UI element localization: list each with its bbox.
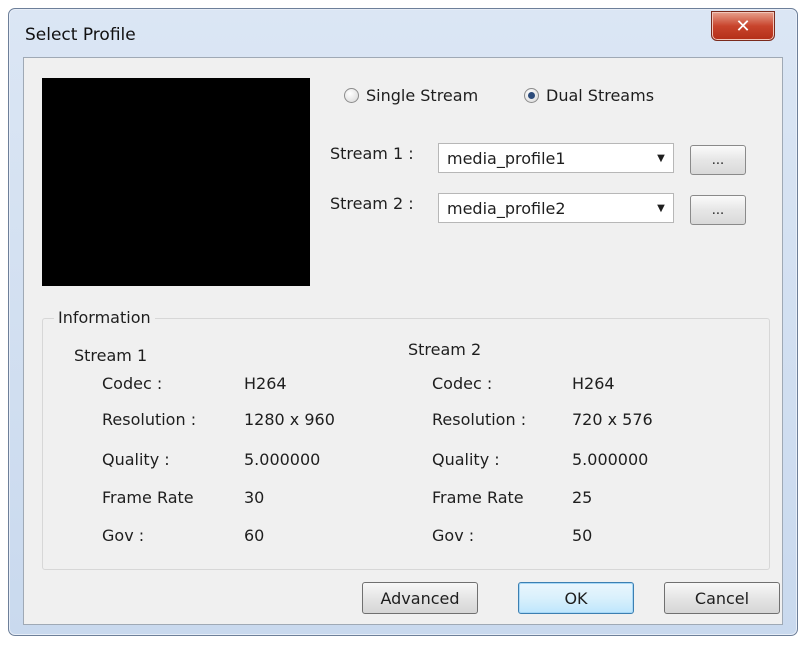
stream2-gov-value: 50 (572, 526, 593, 545)
chevron-down-icon[interactable]: ▼ (649, 194, 673, 222)
stream2-codec-value: H264 (572, 374, 615, 393)
stream1-label: Stream 1 : (330, 144, 414, 163)
stream2-quality-key: Quality : (432, 450, 500, 469)
stream1-info-heading: Stream 1 (74, 346, 148, 365)
close-button[interactable]: ✕ (711, 11, 775, 41)
dual-streams-radio[interactable] (524, 88, 539, 103)
stream1-quality-key: Quality : (102, 450, 170, 469)
stream2-framerate-key: Frame Rate (432, 488, 524, 507)
dialog-body: Single Stream Dual Streams Stream 1 : me… (23, 57, 783, 625)
single-stream-label: Single Stream (366, 86, 479, 105)
dialog-title: Select Profile (25, 25, 136, 45)
stream1-resolution-value: 1280 x 960 (244, 410, 335, 429)
stream2-codec-key: Codec : (432, 374, 493, 393)
stream1-gov-value: 60 (244, 526, 265, 545)
stream1-framerate-key: Frame Rate (102, 488, 194, 507)
information-title: Information (54, 308, 155, 327)
stream2-quality-value: 5.000000 (572, 450, 649, 469)
stream1-resolution-key: Resolution : (102, 410, 197, 429)
close-icon: ✕ (735, 15, 751, 37)
video-preview (42, 78, 310, 286)
stream2-resolution-value: 720 x 576 (572, 410, 653, 429)
ok-button[interactable]: OK (518, 582, 634, 614)
dual-streams-label: Dual Streams (546, 86, 655, 105)
stream1-codec-key: Codec : (102, 374, 163, 393)
cancel-button[interactable]: Cancel (664, 582, 780, 614)
single-stream-option[interactable]: Single Stream (344, 86, 478, 105)
dual-streams-option[interactable]: Dual Streams (524, 86, 654, 105)
chevron-down-icon[interactable]: ▼ (649, 144, 673, 172)
stream1-gov-key: Gov : (102, 526, 145, 545)
stream2-profile-value: media_profile2 (447, 198, 566, 218)
stream2-info-heading: Stream 2 (408, 340, 482, 359)
title-bar: Select Profile ✕ (9, 9, 797, 57)
stream1-profile-select[interactable]: media_profile1 ▼ (438, 143, 674, 173)
stream1-framerate-value: 30 (244, 488, 265, 507)
information-group (42, 318, 770, 570)
stream2-gov-key: Gov : (432, 526, 475, 545)
stream1-browse-button[interactable]: ... (690, 145, 746, 175)
stream1-quality-value: 5.000000 (244, 450, 321, 469)
stream1-profile-value: media_profile1 (447, 148, 566, 168)
select-profile-dialog: Select Profile ✕ Single Stream Dual Stre… (8, 8, 798, 636)
stream1-codec-value: H264 (244, 374, 287, 393)
stream2-resolution-key: Resolution : (432, 410, 527, 429)
single-stream-radio[interactable] (344, 88, 359, 103)
stream2-framerate-value: 25 (572, 488, 593, 507)
stream2-profile-select[interactable]: media_profile2 ▼ (438, 193, 674, 223)
stream2-browse-button[interactable]: ... (690, 195, 746, 225)
advanced-button[interactable]: Advanced (362, 582, 478, 614)
stream2-label: Stream 2 : (330, 194, 414, 213)
